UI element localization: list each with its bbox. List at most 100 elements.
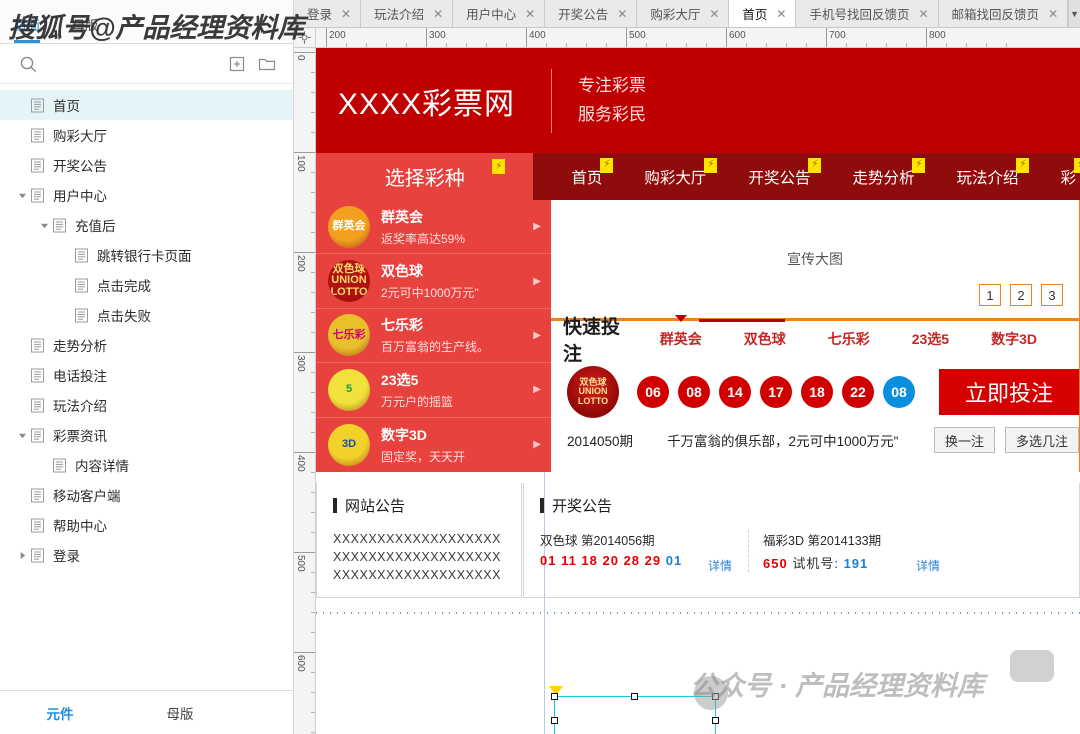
tab-overflow-chevron-down-icon[interactable]: ▼ <box>1068 0 1080 27</box>
search-input[interactable] <box>48 56 217 71</box>
nav-item[interactable]: 购彩大厅 ⚡ <box>640 157 718 188</box>
chevron-right-icon: ▶ <box>533 275 541 287</box>
resize-handle-e[interactable] <box>712 716 719 724</box>
bottom-tab-masters[interactable]: 母版 <box>120 703 240 723</box>
lottery-category-row[interactable]: 双色球 UNION LOTTO 双色球 2元可中1000万元" ▶ <box>316 254 551 309</box>
page-tree-item-label: 开奖公告 <box>53 159 107 174</box>
quick-bet-action-button[interactable]: 换一注 <box>933 427 995 453</box>
banner-page-dot[interactable]: 2 <box>1010 284 1032 306</box>
draw-number-main: 650 <box>763 556 788 571</box>
panel-tab-pages[interactable]: 页面 <box>14 15 54 43</box>
ruler-minor-tick <box>311 732 315 733</box>
page-tree-item[interactable]: 跳转银行卡页面 <box>0 240 293 270</box>
page-icon <box>30 188 45 203</box>
nav-item[interactable]: 开奖公告 ⚡ <box>744 157 822 188</box>
page-tree-item[interactable]: 首页 <box>0 90 293 120</box>
close-icon[interactable]: ✕ <box>341 8 351 20</box>
close-icon[interactable]: ✕ <box>709 8 719 20</box>
prototype-page: XXXX彩票网 专注彩票 服务彩民 选择彩种 ⚡ 首页 ⚡ 购彩大厅 ⚡ 开奖公… <box>316 48 1080 614</box>
page-tree-item[interactable]: 走势分析 <box>0 330 293 360</box>
quick-bet-tab[interactable]: 23选5 <box>912 329 949 349</box>
page-tree-item[interactable]: 登录 <box>0 540 293 570</box>
horizontal-ruler[interactable]: 200 300 400 500 600 700 800 <box>316 28 1080 48</box>
twisty-expanded-icon[interactable] <box>14 187 30 203</box>
banner-page-dot[interactable]: 3 <box>1041 284 1063 306</box>
editor-tab[interactable]: 开奖公告 ✕ <box>545 0 638 27</box>
page-tree-item[interactable]: 玩法介绍 <box>0 390 293 420</box>
panel-tab-masters[interactable]: 母版 <box>72 15 112 43</box>
promo-banner[interactable]: 宣传大图 123 <box>551 200 1080 319</box>
design-canvas[interactable]: XXXX彩票网 专注彩票 服务彩民 选择彩种 ⚡ 首页 ⚡ 购彩大厅 ⚡ 开奖公… <box>316 48 1080 734</box>
quick-bet-tab[interactable]: 群英会 <box>660 329 702 349</box>
banner-page-dot[interactable]: 1 <box>979 284 1001 306</box>
ruler-origin-button[interactable] <box>294 28 316 48</box>
page-tree-item[interactable]: 充值后 <box>0 210 293 240</box>
resize-handle-ne[interactable] <box>712 693 719 700</box>
page-icon <box>74 278 89 293</box>
search-icon[interactable] <box>18 54 38 74</box>
lottery-category-desc: 万元户的摇篮 <box>381 394 454 409</box>
nav-item[interactable]: 走势分析 ⚡ <box>848 157 926 188</box>
lottery-category-row[interactable]: 5 23选5 万元户的摇篮 ▶ <box>316 363 551 418</box>
page-tree-item[interactable]: 移动客户端 <box>0 480 293 510</box>
twisty-expanded-icon[interactable] <box>14 427 30 443</box>
close-icon[interactable]: ✕ <box>776 8 786 20</box>
twisty-expanded-icon[interactable] <box>36 217 52 233</box>
close-icon[interactable]: ✕ <box>617 8 627 20</box>
nav-item[interactable]: 玩法介绍 ⚡ <box>952 157 1030 188</box>
ruler-minor-tick <box>346 43 347 47</box>
quick-bet-action-button[interactable]: 多选几注 <box>1004 427 1079 453</box>
quick-bet-tab[interactable]: 七乐彩 <box>828 329 870 349</box>
bottom-tab-widgets[interactable]: 元件 <box>0 703 120 723</box>
editor-tab[interactable]: 玩法介绍 ✕ <box>361 0 454 27</box>
lottery-category-row[interactable]: 七乐彩 七乐彩 百万富翁的生产线。 ▶ <box>316 309 551 364</box>
ruler-minor-tick <box>311 492 315 493</box>
editor-tab[interactable]: 用户中心 ✕ <box>453 0 546 27</box>
quick-bet-tab[interactable]: 双色球 <box>744 329 786 349</box>
page-tree-item[interactable]: 点击完成 <box>0 270 293 300</box>
editor-tab[interactable]: 登录 ✕ <box>294 0 362 27</box>
quick-bet-lottery-logo: 双色球 UNION LOTTO <box>567 366 619 418</box>
page-tree-item[interactable]: 彩票资讯 <box>0 420 293 450</box>
page-tree-item-label: 内容详情 <box>75 459 129 474</box>
page-tree-item[interactable]: 帮助中心 <box>0 510 293 540</box>
twisty-collapsed-icon[interactable] <box>14 547 30 563</box>
editor-tab[interactable]: 手机号找回反馈页 ✕ <box>796 0 939 27</box>
lottery-category-row[interactable]: 群英会 群英会 返奖率高达59% ▶ <box>316 200 551 255</box>
resize-handle-n[interactable] <box>631 693 638 700</box>
ruler-minor-tick <box>311 132 315 133</box>
close-icon[interactable]: ✕ <box>433 8 443 20</box>
draw-detail-link[interactable]: 详情 <box>708 557 732 574</box>
lottery-category-row[interactable]: 3D 数字3D 固定奖，天天开 ▶ <box>316 418 551 472</box>
ruler-label: 400 <box>295 455 306 472</box>
nav-item[interactable]: 首页 ⚡ <box>567 157 614 188</box>
page-tree-item[interactable]: 点击失败 <box>0 300 293 330</box>
new-folder-icon[interactable] <box>257 54 277 74</box>
close-icon[interactable]: ✕ <box>918 8 928 20</box>
editor-tab[interactable]: 首页 ✕ <box>729 0 797 27</box>
lottery-logo-text: 七乐彩 <box>332 328 366 341</box>
draw-detail-link[interactable]: 详情 <box>916 557 940 574</box>
vertical-ruler[interactable]: 0 100 200 300 400 500 600 <box>294 48 316 734</box>
page-tree-item[interactable]: 开奖公告 <box>0 150 293 180</box>
editor-tab[interactable]: 邮箱找回反馈页 ✕ <box>938 0 1069 27</box>
add-page-icon[interactable] <box>227 54 247 74</box>
editor-tab-label: 邮箱找回反馈页 <box>951 8 1040 22</box>
editor-tab[interactable]: 购彩大厅 ✕ <box>637 0 730 27</box>
lottery-logo-icon: 3D <box>328 423 370 466</box>
page-tree-item[interactable]: 电话投注 <box>0 360 293 390</box>
lightning-icon: ⚡ <box>912 157 926 173</box>
close-icon[interactable]: ✕ <box>525 8 535 20</box>
close-icon[interactable]: ✕ <box>1048 8 1058 20</box>
bet-now-button[interactable]: 立即投注 <box>939 369 1079 415</box>
page-tree-item[interactable]: 购彩大厅 <box>0 120 293 150</box>
page-tree-item[interactable]: 内容详情 <box>0 450 293 480</box>
quick-bet-tab[interactable]: 数字3D <box>991 329 1037 349</box>
page-tree-item[interactable]: 用户中心 <box>0 180 293 210</box>
page-tree-item-label: 帮助中心 <box>53 519 107 534</box>
nav-item[interactable]: 彩 ⚡ <box>1056 157 1080 188</box>
resize-handle-w[interactable] <box>551 716 558 724</box>
